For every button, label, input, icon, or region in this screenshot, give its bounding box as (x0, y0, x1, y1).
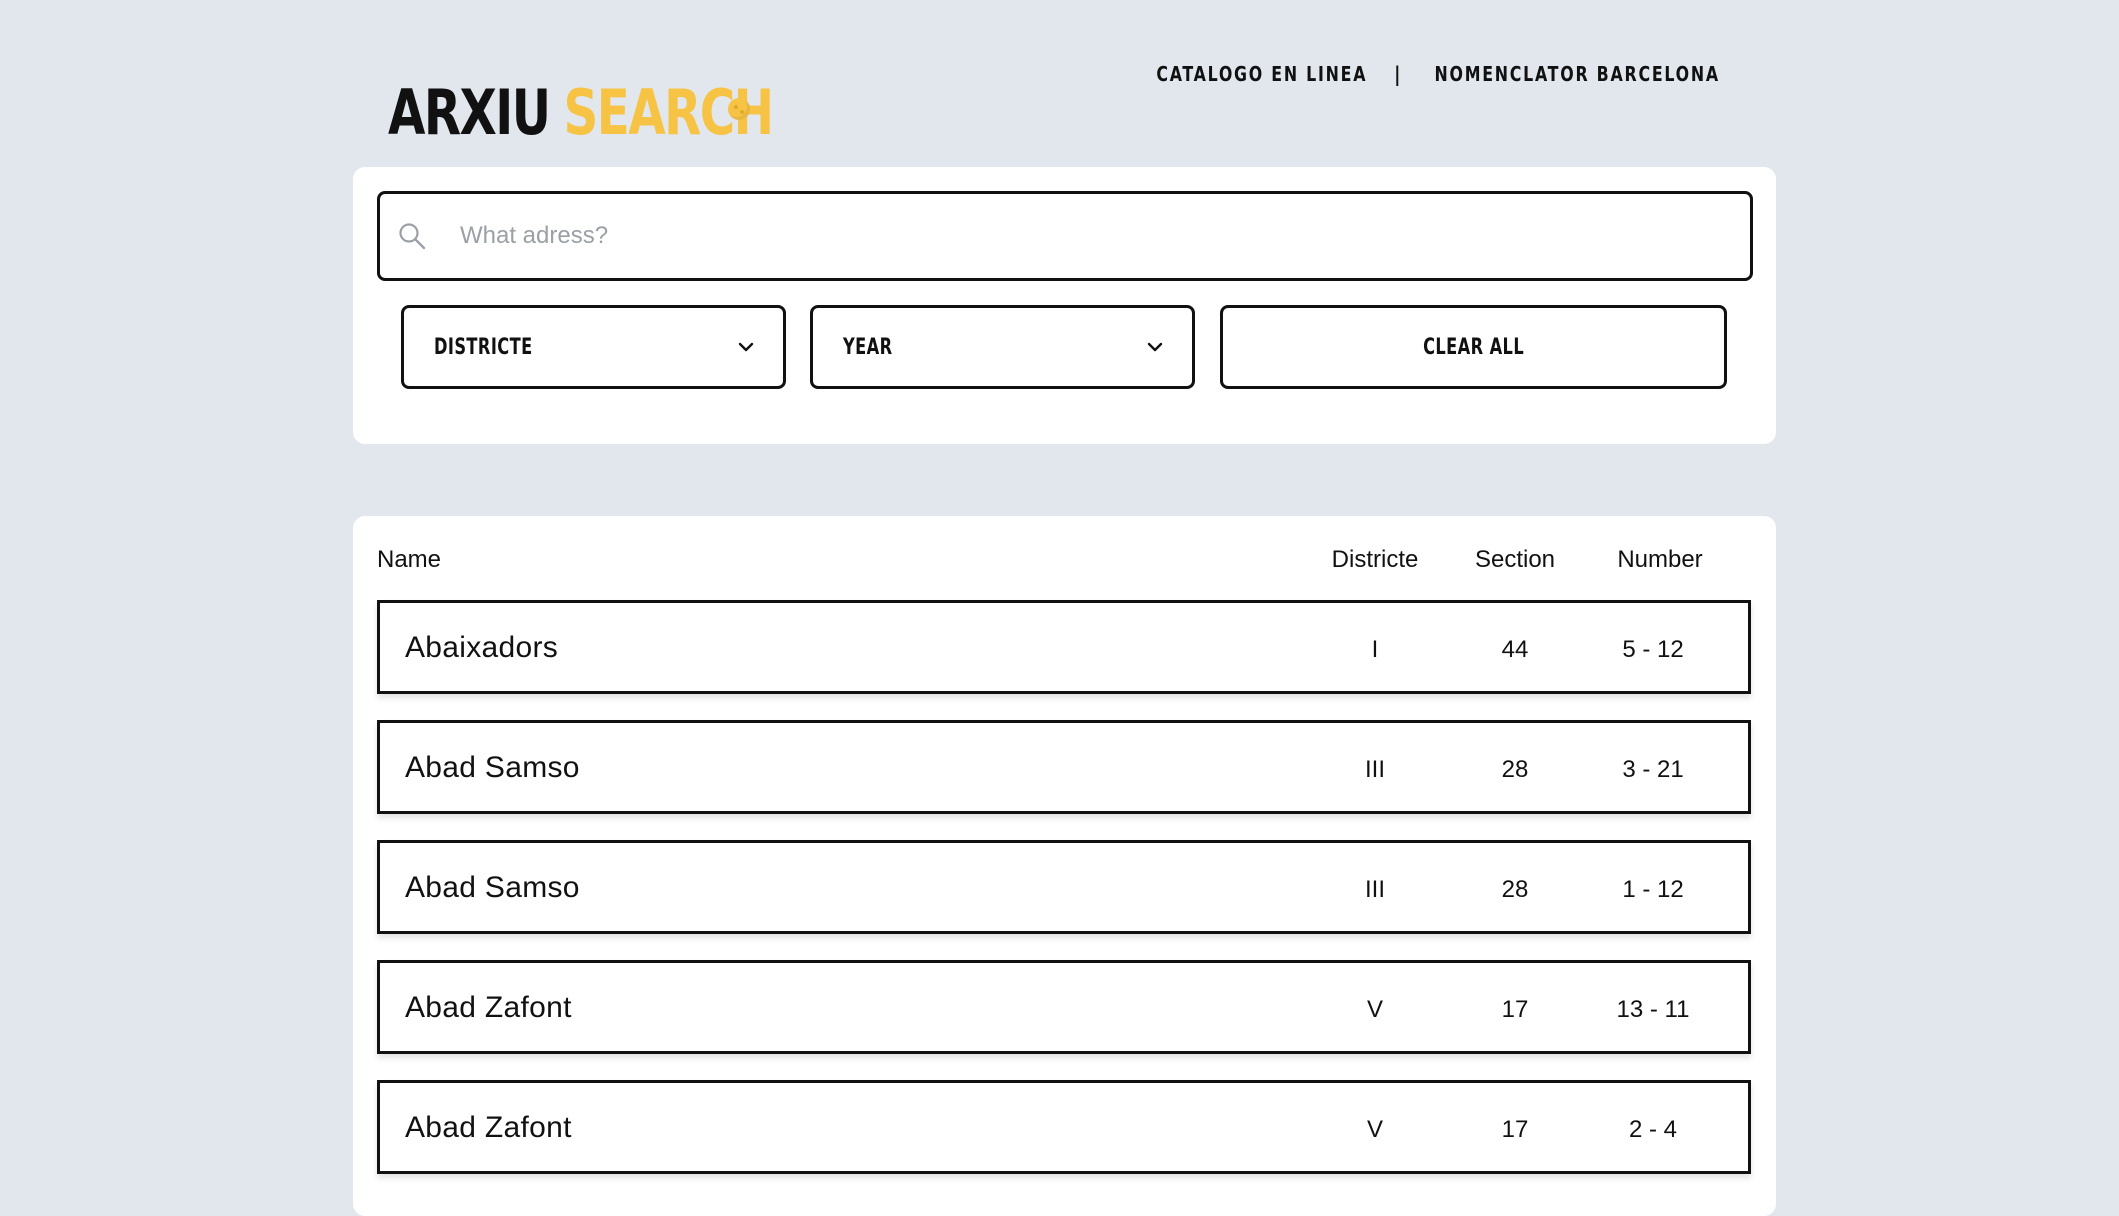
nav-separator: | (1394, 62, 1403, 86)
districte-dropdown-label: DISTRICTE (434, 334, 533, 360)
row-section: 17 (1501, 996, 1529, 1023)
search-box[interactable] (377, 191, 1753, 281)
column-header-districte: Districte (1331, 546, 1419, 573)
row-number: 5 - 12 (1622, 636, 1684, 663)
districte-dropdown[interactable]: DISTRICTE (401, 305, 786, 389)
nav-link-nomenclator[interactable]: NOMENCLATOR BARCELONA (1434, 62, 1719, 86)
row-districte: V (1366, 1116, 1383, 1143)
row-section: 28 (1501, 876, 1529, 903)
year-dropdown-label: YEAR (843, 334, 893, 360)
row-section: 44 (1501, 636, 1529, 663)
ball-icon (728, 98, 750, 120)
table-row[interactable]: Abad Zafont V 17 13 - 11 (377, 960, 1751, 1054)
chevron-down-icon (738, 342, 754, 352)
table-row[interactable]: Abad Samso III 28 3 - 21 (377, 720, 1751, 814)
row-number: 3 - 21 (1622, 756, 1684, 783)
chevron-down-icon (1147, 342, 1163, 352)
row-districte: III (1364, 756, 1385, 783)
row-districte: I (1371, 636, 1379, 663)
row-number: 2 - 4 (1628, 1116, 1678, 1143)
row-districte: V (1366, 996, 1383, 1023)
logo-word-arxiu: ARXIU (388, 76, 551, 149)
search-panel: DISTRICTE YEAR CLEAR ALL (353, 167, 1776, 444)
search-icon (396, 220, 428, 252)
table-row[interactable]: Abaixadors I 44 5 - 12 (377, 600, 1751, 694)
search-input[interactable] (458, 205, 1750, 267)
nav-link-catalogo[interactable]: CATALOGO EN LINEA (1157, 62, 1368, 86)
table-row[interactable]: Abad Samso III 28 1 - 12 (377, 840, 1751, 934)
column-header-section: Section (1474, 546, 1556, 573)
table-header: Name Districte Section Number (377, 546, 1751, 586)
row-section: 28 (1501, 756, 1529, 783)
row-number: 1 - 12 (1622, 876, 1684, 903)
results-list: Abaixadors I 44 5 - 12 Abad Samso III 28… (377, 600, 1751, 1200)
row-districte: III (1364, 876, 1385, 903)
year-dropdown[interactable]: YEAR (810, 305, 1195, 389)
row-name: Abad Zafont (405, 1111, 572, 1144)
top-nav: CATALOGO EN LINEA | NOMENCLATOR BARCELON… (1142, 62, 1739, 86)
column-header-number: Number (1617, 546, 1703, 573)
row-name: Abad Zafont (405, 991, 572, 1024)
row-number: 13 - 11 (1616, 996, 1690, 1023)
clear-all-button[interactable]: CLEAR ALL (1220, 305, 1727, 389)
table-row[interactable]: Abad Zafont V 17 2 - 4 (377, 1080, 1751, 1174)
row-name: Abaixadors (405, 631, 559, 664)
logo[interactable]: ARXIU SEARCH (388, 64, 774, 149)
row-name: Abad Samso (405, 871, 580, 904)
clear-all-label: CLEAR ALL (1423, 334, 1524, 360)
row-name: Abad Samso (405, 751, 580, 784)
column-header-name: Name (377, 546, 442, 573)
results-panel: Name Districte Section Number Abaixadors… (353, 516, 1776, 1216)
row-section: 17 (1501, 1116, 1529, 1143)
